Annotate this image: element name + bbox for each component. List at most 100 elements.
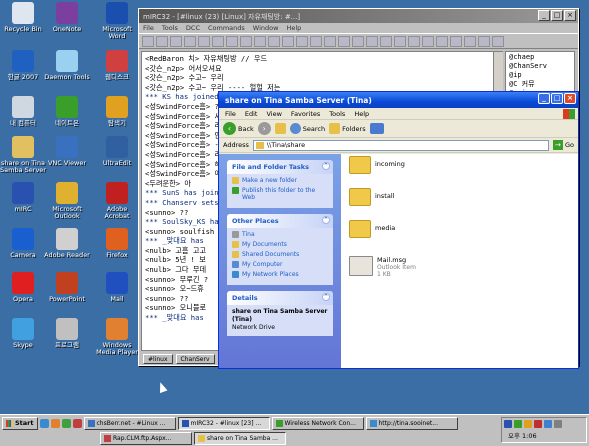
nick-item[interactable]: @ip	[509, 71, 571, 80]
toolbar-button-icon[interactable]	[254, 36, 266, 47]
desktop-icon[interactable]: UltraEdit	[94, 136, 140, 167]
taskbar-button[interactable]: Rap.CLM.ftp.Aspx...	[100, 432, 192, 445]
task-link[interactable]: Make a new folder	[232, 177, 328, 184]
network-icon[interactable]	[504, 420, 512, 428]
desktop-icon[interactable]: Adobe Acrobat	[94, 182, 140, 220]
toolbar-button-icon[interactable]	[156, 36, 168, 47]
toolbar-button-icon[interactable]	[170, 36, 182, 47]
menu-item[interactable]: View	[266, 110, 281, 118]
place-link[interactable]: My Network Places	[232, 271, 328, 278]
nick-item[interactable]: @ChanServ	[509, 62, 571, 71]
taskbar-button[interactable]: share on Tina Samba ...	[194, 432, 286, 445]
menu-item[interactable]: DCC	[186, 24, 200, 32]
desktop-icon[interactable]: Camera	[0, 228, 46, 259]
nick-item[interactable]: @C 커뮤	[509, 80, 571, 89]
place-link[interactable]: My Documents	[232, 241, 328, 248]
place-link[interactable]: Tina	[232, 231, 328, 238]
antivirus-icon[interactable]	[534, 420, 542, 428]
messenger-icon[interactable]	[544, 420, 552, 428]
maximize-button[interactable]: □	[551, 93, 563, 104]
back-button[interactable]: ‹ Back	[223, 122, 254, 135]
toolbar-button-icon[interactable]	[338, 36, 350, 47]
taskbar-button[interactable]: mIRC32 - #linux [23] ...	[177, 417, 270, 430]
panel-header[interactable]: File and Folder Tasks ^	[227, 160, 333, 174]
menu-item[interactable]: Tools	[329, 110, 345, 118]
panel-header[interactable]: Details ^	[227, 291, 333, 305]
toolbar-button-icon[interactable]	[240, 36, 252, 47]
switchbar-tab[interactable]: ChanServ	[175, 354, 215, 364]
address-input[interactable]: \\Tina\share	[252, 139, 549, 151]
task-link[interactable]: Publish this folder to the Web	[232, 187, 328, 201]
toolbar-button-icon[interactable]	[492, 36, 504, 47]
menu-item[interactable]: Help	[286, 24, 301, 32]
menu-item[interactable]: File	[225, 110, 236, 118]
desktop-icon[interactable]: Opera	[0, 272, 46, 303]
desktop-icon[interactable]: Microsoft Word	[94, 2, 140, 40]
place-link[interactable]: Shared Documents	[232, 251, 328, 258]
folder-item[interactable]: install	[349, 188, 394, 206]
desktop-icon[interactable]: Daemon Tools	[44, 50, 90, 81]
desktop-icon[interactable]: Microsoft Outlook	[44, 182, 90, 220]
taskbar-button[interactable]: http://tina.sooinet...	[365, 417, 458, 430]
menu-item[interactable]: File	[143, 24, 154, 32]
explorer-titlebar[interactable]: share on Tina Samba Server (Tina) _ □ ×	[219, 92, 578, 108]
switchbar-tab[interactable]: #linux	[143, 354, 173, 364]
forward-button[interactable]: ›	[257, 122, 271, 135]
media-player-icon[interactable]	[50, 419, 60, 428]
menu-item[interactable]: Edit	[245, 110, 258, 118]
toolbar-button-icon[interactable]	[226, 36, 238, 47]
toolbar-button-icon[interactable]	[394, 36, 406, 47]
ie-icon[interactable]	[39, 419, 49, 428]
taskbar-button[interactable]: chsBerr.net - #Linux ...	[83, 417, 176, 430]
folders-button[interactable]: Folders	[329, 123, 366, 134]
clock[interactable]: 오후 1:06	[508, 430, 537, 440]
toolbar-button-icon[interactable]	[268, 36, 280, 47]
close-button[interactable]: ×	[564, 10, 576, 21]
taskbar-button[interactable]: Wireless Network Con...	[271, 417, 364, 430]
menu-item[interactable]: Commands	[208, 24, 245, 32]
toolbar-button-icon[interactable]	[422, 36, 434, 47]
toolbar-button-icon[interactable]	[380, 36, 392, 47]
toolbar-button-icon[interactable]	[198, 36, 210, 47]
chevron-up-icon[interactable]: ^	[322, 162, 330, 170]
desktop-icon[interactable]: Mail	[94, 272, 140, 303]
minimize-button[interactable]: _	[538, 10, 550, 21]
toolbar-button-icon[interactable]	[352, 36, 364, 47]
desktop-icon[interactable]: PowerPoint	[44, 272, 90, 303]
place-link[interactable]: My Computer	[232, 261, 328, 268]
start-button[interactable]: Start	[2, 417, 38, 430]
desktop-icon[interactable]: Adobe Reader	[44, 228, 90, 259]
search-button[interactable]: Search	[289, 123, 325, 134]
panel-header[interactable]: Other Places ^	[227, 214, 333, 228]
toolbar-button-icon[interactable]	[310, 36, 322, 47]
explorer-window[interactable]: share on Tina Samba Server (Tina) _ □ × …	[218, 91, 579, 369]
views-button[interactable]	[369, 123, 384, 134]
desktop-icon[interactable]: VNC Viewer	[44, 136, 90, 167]
desktop-icon[interactable]: Recycle Bin	[0, 2, 46, 33]
file-item[interactable]: Mail.msg Outlook Item 1 KB	[349, 256, 416, 278]
go-button[interactable]: → Go	[552, 140, 574, 150]
desktop-icon[interactable]: 프로그램	[44, 318, 90, 349]
folder-item[interactable]: incoming	[349, 156, 405, 174]
desktop-icon[interactable]: Skype	[0, 318, 46, 349]
toolbar-button-icon[interactable]	[282, 36, 294, 47]
desktop-icon[interactable]: mIRC	[0, 182, 46, 213]
desktop-icon[interactable]: 내 컴퓨터	[0, 96, 46, 127]
toolbar-button-icon[interactable]	[142, 36, 154, 47]
toolbar-button-icon[interactable]	[436, 36, 448, 47]
toolbar-button-icon[interactable]	[464, 36, 476, 47]
shield-icon[interactable]	[514, 420, 522, 428]
maximize-button[interactable]: □	[551, 10, 563, 21]
app-icon[interactable]	[72, 419, 82, 428]
toolbar-button-icon[interactable]	[478, 36, 490, 47]
chevron-up-icon[interactable]: ^	[322, 293, 330, 301]
minimize-button[interactable]: _	[538, 93, 550, 104]
mirc-titlebar[interactable]: mIRC32 - [#linux (23) [Linux] 자유채팅방: #..…	[139, 9, 578, 23]
menu-item[interactable]: Favorites	[291, 110, 320, 118]
menu-item[interactable]: Help	[354, 110, 369, 118]
desktop-icon[interactable]: 한글 2007	[0, 50, 46, 81]
desktop-icon[interactable]: 웹디스크	[94, 50, 140, 81]
toolbar-button-icon[interactable]	[324, 36, 336, 47]
toolbar-button-icon[interactable]	[366, 36, 378, 47]
toolbar-button-icon[interactable]	[408, 36, 420, 47]
